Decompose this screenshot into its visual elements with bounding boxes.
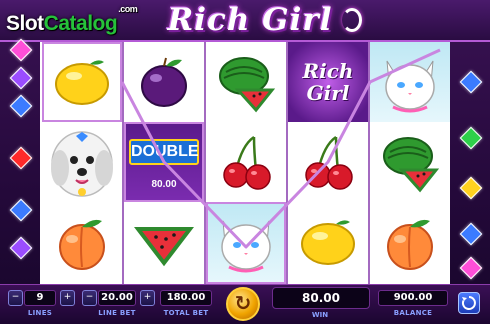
balance-value: 900.00 — [378, 290, 448, 306]
line-bet-control: 20.00 LINE BET — [98, 290, 136, 317]
total-bet-value: 180.00 — [160, 290, 212, 306]
total-bet-label: TOTAL BET — [163, 309, 209, 317]
winning-payline — [120, 48, 441, 249]
payline-gem-icon[interactable] — [459, 222, 483, 246]
payline-gem-icon[interactable] — [459, 176, 483, 200]
total-bet-control: 180.00 TOTAL BET — [160, 290, 212, 317]
game-title-logo: Rich Girl — [167, 2, 333, 38]
line-bet-decrease-button[interactable]: − — [82, 290, 97, 306]
refresh-menu-icon — [461, 296, 476, 310]
balance-label: BALANCE — [393, 309, 433, 317]
lines-decrease-button[interactable]: − — [8, 290, 23, 306]
payline-gem-icon[interactable] — [9, 146, 33, 170]
payline-gem-icon[interactable] — [9, 38, 33, 62]
right-payline-indicators — [452, 40, 490, 284]
balance-control: 900.00 BALANCE — [378, 290, 448, 317]
menu-button[interactable] — [458, 292, 480, 314]
line-bet-value: 20.00 — [98, 290, 136, 306]
lines-label: LINES — [27, 309, 53, 317]
lines-control: 9 LINES — [24, 290, 56, 317]
payline-gem-icon[interactable] — [9, 94, 33, 118]
win-value: 80.00 — [272, 287, 370, 309]
payline-gem-icon[interactable] — [9, 236, 33, 260]
line-bet-label: LINE BET — [98, 309, 136, 317]
payline-gem-icon[interactable] — [9, 66, 33, 90]
payline-gem-icon[interactable] — [9, 198, 33, 222]
win-label: WIN — [311, 311, 329, 319]
top-banner: SlotCatalog.com Rich Girl — [0, 0, 490, 42]
line-bet-increase-button[interactable]: + — [140, 290, 155, 306]
logo-swirl-ornament — [342, 8, 362, 32]
payline-gem-icon[interactable] — [459, 256, 483, 280]
left-payline-indicators — [0, 38, 38, 284]
lines-increase-button[interactable]: + — [60, 290, 75, 306]
brand-watermark: SlotCatalog.com — [6, 4, 138, 35]
spin-button[interactable]: ↻ — [226, 287, 260, 321]
control-bar: − 9 LINES + − 20.00 LINE BET + 180.00 TO… — [0, 284, 490, 324]
payline-gem-icon[interactable] — [459, 126, 483, 150]
reel-grid: DOUBLE 80.00 Rich Girl — [40, 42, 450, 284]
payline-gem-icon[interactable] — [459, 70, 483, 94]
lines-value: 9 — [24, 290, 56, 306]
